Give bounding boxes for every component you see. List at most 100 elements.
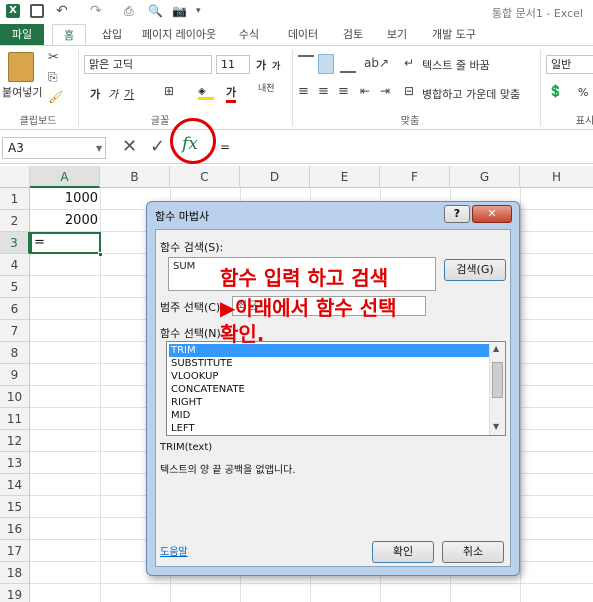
row-header[interactable]: 10 <box>0 386 30 408</box>
row-header[interactable]: 16 <box>0 518 30 540</box>
row-header[interactable]: 13 <box>0 452 30 474</box>
cut-icon[interactable]: ✂ <box>48 50 59 65</box>
print-preview-icon[interactable]: 🔍 <box>148 4 163 18</box>
row-header[interactable]: 1 <box>0 188 30 210</box>
row-header[interactable]: 8 <box>0 342 30 364</box>
row-header[interactable]: 14 <box>0 474 30 496</box>
wrap-text-button[interactable]: 텍스트 줄 바꿈 <box>422 57 490 73</box>
paste-button[interactable]: 붙여넣기 <box>2 84 42 100</box>
list-item[interactable]: VLOOKUP <box>169 370 489 383</box>
row-header[interactable]: 19 <box>0 584 30 602</box>
phonetic-button[interactable]: 내천 <box>258 84 278 94</box>
column-header-d[interactable]: D <box>240 166 310 188</box>
name-box-dropdown-icon[interactable]: ▼ <box>96 144 102 153</box>
redo-icon[interactable]: ↷ <box>90 4 104 18</box>
fill-handle[interactable] <box>98 252 103 257</box>
align-middle-icon[interactable] <box>318 54 334 74</box>
search-button[interactable]: 검색(G) <box>444 259 506 281</box>
column-header-h[interactable]: H <box>520 166 593 188</box>
list-item[interactable]: RIGHT <box>169 396 489 409</box>
list-item[interactable]: CONCATENATE <box>169 383 489 396</box>
row-header[interactable]: 15 <box>0 496 30 518</box>
column-header-a[interactable]: A <box>30 166 100 188</box>
cell-a3-active[interactable]: = <box>30 232 101 254</box>
save-icon[interactable] <box>30 4 44 18</box>
borders-icon[interactable]: ⊞ <box>164 84 174 98</box>
column-header-f[interactable]: F <box>380 166 450 188</box>
underline-button[interactable]: 가 <box>124 86 134 102</box>
fill-color-icon[interactable]: ◈ <box>198 86 214 100</box>
help-link[interactable]: 도움말 <box>160 543 188 558</box>
merge-center-icon[interactable]: ⊟ <box>404 84 414 98</box>
row-header[interactable]: 9 <box>0 364 30 386</box>
cell-a1[interactable]: 1000 <box>30 188 98 210</box>
increase-indent-icon[interactable]: ⇥ <box>380 84 390 98</box>
orientation-icon[interactable]: ab↗ <box>364 56 389 70</box>
function-list[interactable]: TRIM SUBSTITUTE VLOOKUP CONCATENATE RIGH… <box>166 341 506 436</box>
function-list-scrollbar[interactable]: ▲ ▼ <box>489 342 505 435</box>
row-header[interactable]: 2 <box>0 210 30 232</box>
align-bottom-icon[interactable] <box>340 55 356 73</box>
paste-icon[interactable] <box>8 52 34 82</box>
customize-toolbar-icon[interactable]: ▾ <box>196 4 210 18</box>
number-format-select[interactable]: 일반 <box>546 55 593 74</box>
align-top-icon[interactable] <box>298 55 314 73</box>
tab-home[interactable]: 홈 <box>52 24 86 45</box>
cancel-button[interactable]: 취소 <box>442 541 504 563</box>
camera-icon[interactable]: 📷 <box>172 4 187 18</box>
row-header[interactable]: 12 <box>0 430 30 452</box>
cancel-entry-icon[interactable]: ✕ <box>122 136 137 157</box>
font-name-select[interactable]: 맑은 고딕 <box>84 55 212 74</box>
scroll-down-icon[interactable]: ▼ <box>493 422 499 431</box>
format-painter-icon[interactable]: 🖌 <box>48 90 63 104</box>
print-icon[interactable]: ⎙ <box>124 4 138 18</box>
ok-button[interactable]: 확인 <box>372 541 434 563</box>
scroll-thumb[interactable] <box>492 362 503 398</box>
italic-button[interactable]: 가 <box>108 86 118 102</box>
dialog-help-button[interactable]: ? <box>444 205 470 223</box>
tab-page-layout[interactable]: 페이지 레이아웃 <box>138 24 220 45</box>
name-box[interactable]: A3 <box>2 137 106 159</box>
align-left-icon[interactable]: ≡ <box>298 84 309 99</box>
column-header-b[interactable]: B <box>100 166 170 188</box>
tab-developer[interactable]: 개발 도구 <box>424 24 484 45</box>
tab-insert[interactable]: 삽입 <box>95 24 129 45</box>
column-header-c[interactable]: C <box>170 166 240 188</box>
bold-button[interactable]: 가 <box>90 86 100 102</box>
percent-button[interactable]: % <box>578 86 588 99</box>
row-header[interactable]: 18 <box>0 562 30 584</box>
merge-center-button[interactable]: 병합하고 가운데 맞춤 <box>422 86 520 102</box>
formula-content[interactable]: = <box>220 140 230 154</box>
list-item[interactable]: MID <box>169 409 489 422</box>
select-all-corner[interactable] <box>0 166 30 188</box>
font-size-select[interactable]: 11 <box>216 55 250 74</box>
confirm-entry-icon[interactable]: ✓ <box>150 136 165 157</box>
cell-a2[interactable]: 2000 <box>30 210 98 232</box>
font-shrink-button[interactable]: 가 <box>272 59 280 72</box>
row-header[interactable]: 3 <box>0 232 30 254</box>
tab-formulas[interactable]: 수식 <box>232 24 266 45</box>
undo-icon[interactable]: ↶ <box>56 4 70 18</box>
decrease-indent-icon[interactable]: ⇤ <box>360 84 370 98</box>
copy-icon[interactable]: ⎘ <box>48 70 58 85</box>
list-item[interactable]: LEFT <box>169 422 489 435</box>
tab-file[interactable]: 파일 <box>0 24 44 45</box>
list-item-selected[interactable]: TRIM <box>169 344 489 357</box>
row-header[interactable]: 4 <box>0 254 30 276</box>
list-item[interactable]: SUBSTITUTE <box>169 357 489 370</box>
row-header[interactable]: 5 <box>0 276 30 298</box>
row-header[interactable]: 11 <box>0 408 30 430</box>
font-grow-button[interactable]: 가 <box>256 57 266 73</box>
row-header[interactable]: 6 <box>0 298 30 320</box>
tab-view[interactable]: 보기 <box>380 24 414 45</box>
align-right-icon[interactable]: ≡ <box>338 84 349 99</box>
column-header-g[interactable]: G <box>450 166 520 188</box>
align-center-icon[interactable]: ≡ <box>318 84 329 99</box>
dialog-close-button[interactable]: ✕ <box>472 205 512 223</box>
row-header[interactable]: 7 <box>0 320 30 342</box>
tab-review[interactable]: 검토 <box>336 24 370 45</box>
column-header-e[interactable]: E <box>310 166 380 188</box>
wrap-text-icon[interactable]: ↵ <box>404 56 414 70</box>
tab-data[interactable]: 데이터 <box>280 24 326 45</box>
font-color-button[interactable]: 가 <box>226 84 237 103</box>
